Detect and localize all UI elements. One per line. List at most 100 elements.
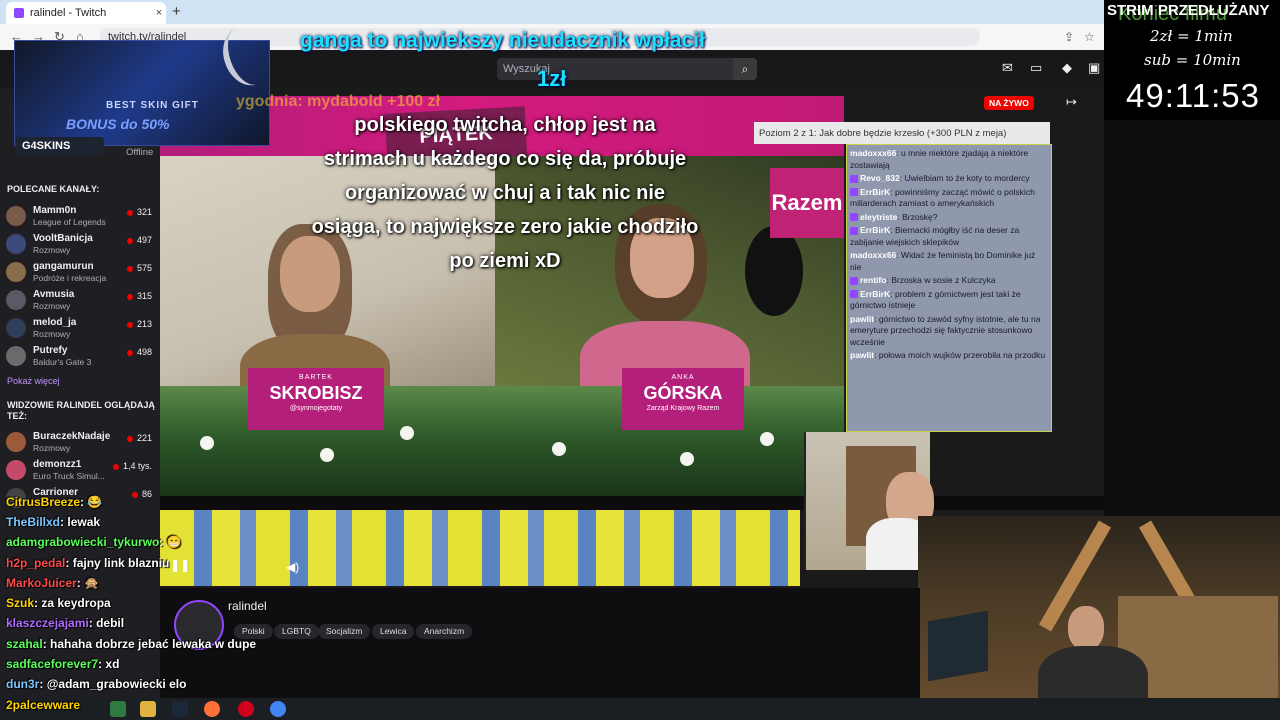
chat-text: górnictwo to zawód syfny istotnie, ale t…	[850, 313, 1041, 347]
chat-user: Szuk	[6, 596, 35, 610]
nameplate-role: Zarząd Krajowy Razem	[646, 405, 720, 412]
sidebar-channel[interactable]: BuraczekNadaje Rozmowy 221	[6, 430, 154, 458]
channel-name: gangamurun	[33, 261, 94, 272]
avatar	[6, 432, 26, 452]
chat-user: rentifo	[860, 275, 887, 285]
badge-icon	[850, 290, 858, 299]
file-explorer-taskbar-icon[interactable]	[140, 701, 156, 717]
chat-text: hahaha dobrze jebać lewaka w dupe	[50, 637, 257, 651]
volume-icon[interactable]: ◀)	[286, 560, 299, 574]
chrome-taskbar-icon[interactable]	[270, 701, 286, 717]
steam-taskbar-icon[interactable]	[172, 701, 188, 717]
flower	[552, 442, 566, 456]
viewer-count: 497	[127, 235, 152, 245]
tab-title: ralindel - Twitch	[30, 7, 107, 19]
os-taskbar	[0, 698, 1280, 720]
player-letterbox	[160, 496, 1104, 510]
channel-category: Rozmowy	[33, 443, 71, 453]
sidebar-channel[interactable]: demonzz1 Euro Truck Simul... 1,4 tys.	[6, 458, 154, 486]
streamer-webcam-small	[804, 432, 934, 570]
bits-icon[interactable]: ◆	[1062, 60, 1072, 76]
chat-user: adamgrabowiecki_tykurwo	[6, 535, 160, 549]
overlay-chat-line: klaszczejajami: debil	[6, 616, 125, 630]
user-menu-icon[interactable]: ▣	[1088, 60, 1100, 76]
browser-tab[interactable]: ralindel - Twitch ×	[6, 2, 166, 24]
donation-rate: 2zł = 1min	[1150, 27, 1233, 45]
chat-user: dun3r	[6, 677, 40, 691]
hype-train-banner[interactable]: Poziom 2 z 1: Jak dobre będzie krzesło (…	[754, 122, 1050, 144]
search-icon[interactable]: ⌕	[733, 58, 757, 80]
chat-user: pawlit	[850, 313, 875, 324]
notifications-icon[interactable]: ▭	[1030, 60, 1042, 76]
microphone	[745, 226, 803, 316]
sidebar-channel[interactable]: Avmusia Rozmowy 315	[6, 288, 154, 316]
viewer-count: 213	[127, 319, 152, 329]
channel-category: Rozmowy	[33, 245, 71, 255]
show-more-link[interactable]: Pokaż więcej	[7, 376, 60, 386]
video-player[interactable]: PIĄTEK Razem BARTEK SKROBISZ @synmojegot…	[160, 88, 1104, 588]
channel-category: Baldur's Gate 3	[33, 357, 92, 367]
viewer-count: 498	[127, 347, 152, 357]
chat-text: @adam_grabowiecki elo	[46, 677, 187, 691]
chat-message: ErrBirK: powinniśmy zacząć mówić o polsk…	[850, 186, 1035, 208]
chat-user: klaszczejajami	[6, 616, 89, 630]
channel-name: Putrefy	[33, 345, 68, 356]
sponsor-logo: G4SKINS	[16, 137, 104, 155]
firefox-taskbar-icon[interactable]	[204, 701, 220, 717]
goal-ticker: ygodnia: mydabold +100 zł	[236, 93, 441, 110]
search-input[interactable]: Wyszukaj	[497, 58, 733, 80]
streamer-webcam-room	[918, 516, 1280, 720]
bookmark-star-icon[interactable]: ☆	[1084, 30, 1095, 44]
share-icon[interactable]: ⇪	[1064, 30, 1074, 44]
sidebar-channel[interactable]: gangamurun Podróże i rekreacja 575	[6, 260, 154, 288]
chat-text: debil	[96, 616, 125, 630]
tag[interactable]: LGBTQ	[274, 624, 319, 639]
tag[interactable]: Socjalizm	[318, 624, 371, 639]
pause-icon[interactable]: ❚❚	[170, 558, 190, 572]
promo-bonus: BONUS do 50%	[66, 116, 170, 132]
channel-category: League of Legends	[33, 217, 106, 227]
channel-category: Rozmowy	[33, 329, 71, 339]
nameplate-surname: SKROBISZ	[269, 383, 363, 403]
stream-overlay-banner	[160, 510, 800, 586]
chat-user: 2palcewware	[6, 698, 81, 712]
twitch-favicon-icon	[14, 8, 24, 18]
chat-user: eleytriste	[860, 211, 898, 222]
chat-user: szahal	[6, 637, 43, 651]
nameplate-first-name: BARTEK	[299, 374, 333, 381]
channel-name: demonzz1	[33, 459, 82, 470]
nameplate-first-name: ANKA	[671, 374, 695, 381]
also-watching-header: WIDZOWIE RALINDEL OGLĄDAJĄ TEŻ:	[7, 400, 155, 421]
recommended-header: POLECANE KANAŁY:	[7, 184, 100, 194]
chat-text: fajny link blazniu	[72, 556, 170, 570]
chat-message: ErrBirK: Biernacki mógłby iść na deser z…	[850, 225, 1020, 247]
subathon-title: STRIM PRZEDŁUŻANY	[1107, 2, 1270, 19]
expand-chat-icon[interactable]: ↦	[1066, 94, 1077, 110]
viewer-count: 575	[127, 263, 152, 273]
channel-category: Rozmowy	[33, 301, 71, 311]
minecraft-taskbar-icon[interactable]	[110, 701, 126, 717]
sidebar-channel[interactable]: Putrefy Baldur's Gate 3 498	[6, 344, 154, 372]
chat-text: 😂	[87, 495, 103, 509]
channel-name[interactable]: ralindel	[228, 599, 267, 613]
sidebar-channel[interactable]: Mamm0n League of Legends 321	[6, 204, 154, 232]
tab-close-icon[interactable]: ×	[152, 7, 166, 19]
person-head	[1068, 606, 1104, 650]
nameplate-surname: GÓRSKA	[643, 383, 723, 403]
chat-user: CitrusBreeze	[6, 495, 81, 509]
tag[interactable]: Lewica	[372, 624, 415, 639]
new-tab-button[interactable]: +	[172, 3, 181, 20]
sidebar-channel[interactable]: melod_ja Rozmowy 213	[6, 316, 154, 344]
tag[interactable]: Anarchizm	[416, 624, 473, 639]
opera-taskbar-icon[interactable]	[238, 701, 254, 717]
channel-name: BuraczekNadaje	[33, 431, 111, 442]
chat-message: madoxxx66: Widać że feministą bo Dominik…	[850, 250, 1036, 272]
channel-name: Avmusia	[33, 289, 75, 300]
chat-text: 🙊	[84, 576, 99, 590]
sidebar-channel[interactable]: VooltBanicja Rozmowy 497	[6, 232, 154, 260]
flower	[200, 436, 214, 450]
inbox-icon[interactable]: ✉	[1002, 60, 1013, 76]
badge-icon	[850, 276, 858, 285]
chat-message: madoxxx66: u mnie niektóre zjadają a nie…	[850, 148, 1029, 170]
guest-right-nameplate: ANKA GÓRSKA Zarząd Krajowy Razem	[622, 368, 744, 430]
